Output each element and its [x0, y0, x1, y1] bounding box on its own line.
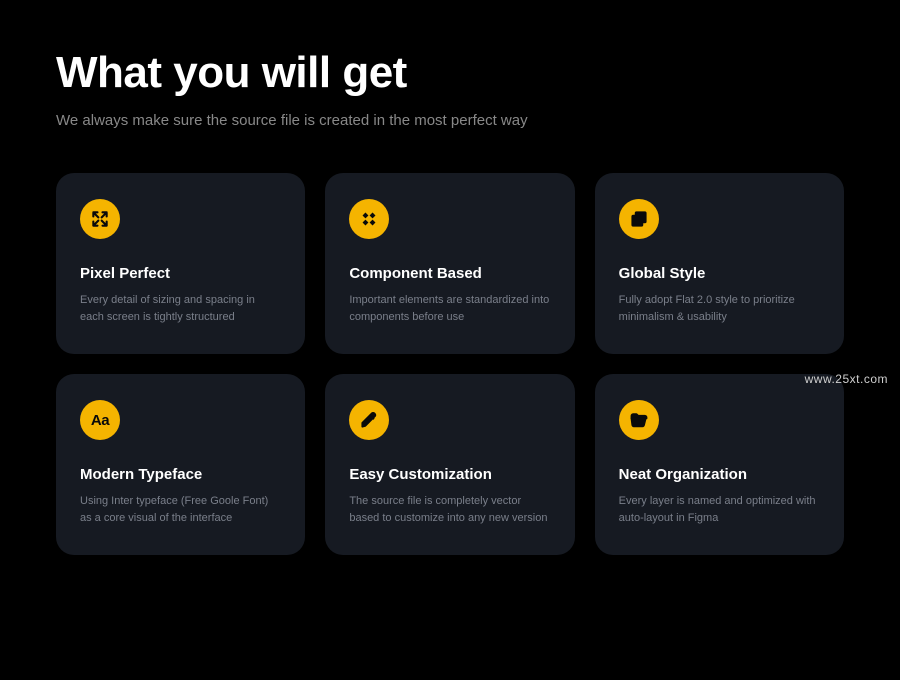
- expand-icon: [80, 199, 120, 239]
- section-subtitle: We always make sure the source file is c…: [56, 112, 844, 129]
- feature-desc: The source file is completely vector bas…: [349, 493, 550, 527]
- features-section: What you will get We always make sure th…: [0, 0, 900, 603]
- feature-card-neat-organization: Neat Organization Every layer is named a…: [595, 374, 844, 555]
- feature-title: Neat Organization: [619, 466, 820, 483]
- feature-desc: Every layer is named and optimized with …: [619, 493, 820, 527]
- features-grid: Pixel Perfect Every detail of sizing and…: [56, 173, 844, 555]
- section-heading: What you will get: [56, 48, 844, 98]
- feature-card-modern-typeface: Aa Modern Typeface Using Inter typeface …: [56, 374, 305, 555]
- feature-title: Pixel Perfect: [80, 265, 281, 282]
- feature-card-component-based: Component Based Important elements are s…: [325, 173, 574, 354]
- feature-card-easy-customization: Easy Customization The source file is co…: [325, 374, 574, 555]
- feature-desc: Important elements are standardized into…: [349, 292, 550, 326]
- component-icon: [349, 199, 389, 239]
- feature-desc: Fully adopt Flat 2.0 style to prioritize…: [619, 292, 820, 326]
- feature-title: Component Based: [349, 265, 550, 282]
- layers-icon: [619, 199, 659, 239]
- feature-title: Easy Customization: [349, 466, 550, 483]
- pencil-icon: [349, 400, 389, 440]
- watermark: www.25xt.com: [805, 372, 888, 386]
- feature-desc: Every detail of sizing and spacing in ea…: [80, 292, 281, 326]
- feature-title: Global Style: [619, 265, 820, 282]
- feature-desc: Using Inter typeface (Free Goole Font) a…: [80, 493, 281, 527]
- feature-title: Modern Typeface: [80, 466, 281, 483]
- feature-card-pixel-perfect: Pixel Perfect Every detail of sizing and…: [56, 173, 305, 354]
- typeface-icon: Aa: [80, 400, 120, 440]
- feature-card-global-style: Global Style Fully adopt Flat 2.0 style …: [595, 173, 844, 354]
- folder-icon: [619, 400, 659, 440]
